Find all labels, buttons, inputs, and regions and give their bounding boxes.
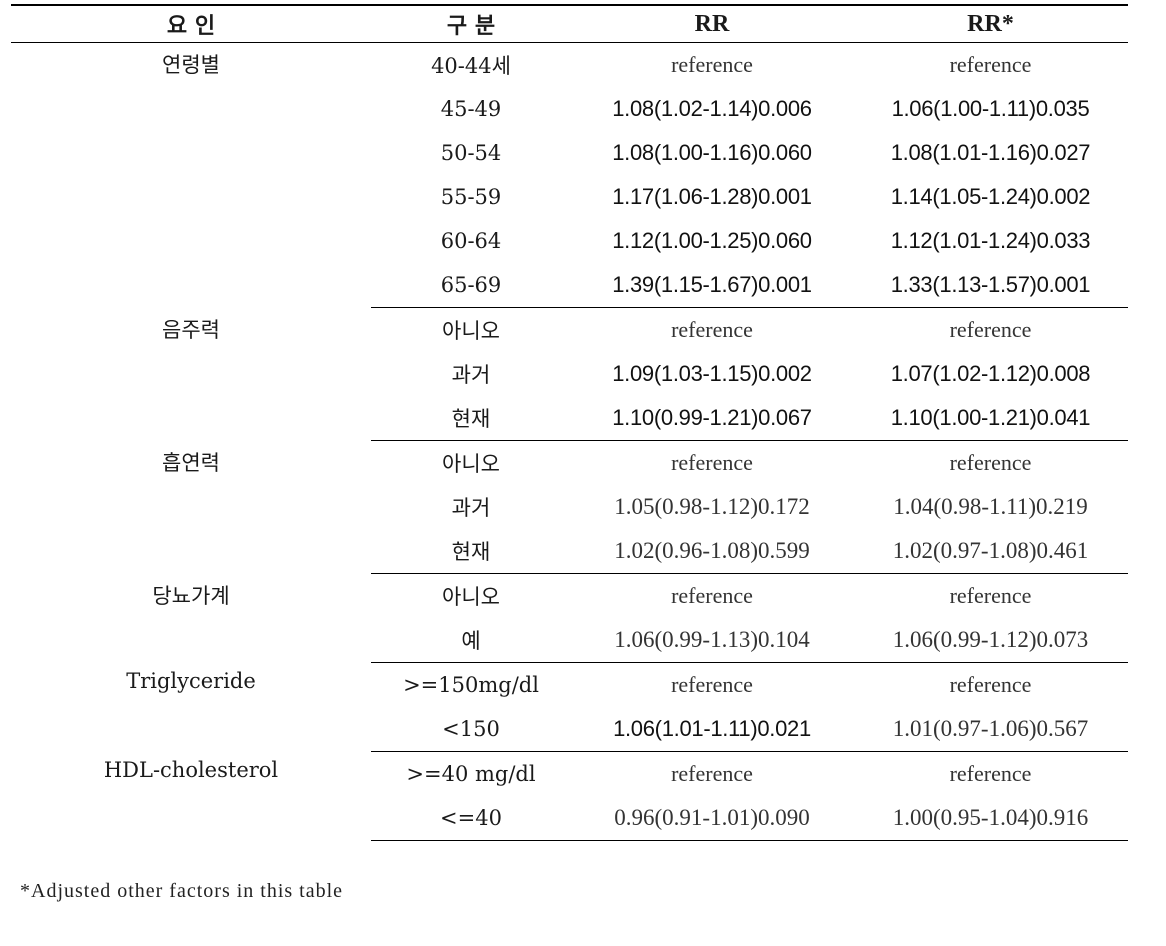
- table-row: 연령별 40-44세 reference reference: [11, 43, 1128, 88]
- category-cell: 55-59: [440, 185, 502, 209]
- rr-adjusted-cell: 1.33(1.13-1.57)0.001: [853, 263, 1128, 308]
- rr-adjusted-cell: reference: [949, 450, 1032, 475]
- rr-cell: reference: [671, 761, 753, 786]
- rr-cell: 1.12(1.00-1.25)0.060: [612, 228, 812, 253]
- rr-cell: 1.10(0.99-1.21)0.067: [571, 396, 853, 441]
- rr-adjusted-cell: 1.01(0.97-1.06)0.567: [853, 707, 1128, 752]
- category-cell: 과거: [451, 496, 491, 520]
- table-row: HDL-cholesterol >=40 mg/dl reference refere…: [11, 752, 1128, 797]
- category-cell: 현재: [371, 529, 571, 574]
- factor-cell: 흡연력: [162, 450, 220, 475]
- factor-cell: 음주력: [162, 317, 220, 342]
- header-category: 구 분: [371, 4, 571, 43]
- rr-cell: 1.08(1.02-1.14)0.006: [612, 96, 812, 121]
- rr-adjusted-cell: 1.02(0.97-1.08)0.461: [853, 529, 1128, 574]
- category-cell: >=40 mg/dl: [406, 762, 536, 786]
- rr-adjusted-cell: 1.07(1.02-1.12)0.008: [890, 361, 1091, 386]
- rr-adjusted-cell: 1.00(0.95-1.04)0.916: [853, 796, 1128, 841]
- rr-cell: 1.06(1.01-1.11)0.021: [571, 707, 853, 752]
- header-rr: RR: [571, 4, 853, 43]
- rr-adjusted-cell: 1.06(0.99-1.12)0.073: [853, 618, 1128, 663]
- category-cell: 45-49: [440, 97, 502, 121]
- category-cell: 과거: [451, 363, 491, 387]
- rr-adjusted-cell: 1.04(0.98-1.11)0.219: [893, 494, 1088, 519]
- table-row: Triglyceride >=150mg/dl reference reference: [11, 663, 1128, 708]
- rr-adjusted-cell: reference: [949, 672, 1032, 697]
- rr-adjusted-cell: 1.14(1.05-1.24)0.002: [890, 184, 1091, 209]
- category-cell: 현재: [371, 396, 571, 441]
- factor-cell: 연령별: [162, 53, 220, 77]
- category-cell: 아니오: [442, 319, 500, 343]
- factor-cell: HDL-cholesterol: [103, 757, 279, 782]
- table-row: 당뇨가계 아니오 reference reference: [11, 574, 1128, 619]
- rr-cell: 1.05(0.98-1.12)0.172: [614, 494, 810, 519]
- rr-cell: reference: [671, 52, 753, 77]
- header-rr-adjusted: RR*: [853, 4, 1128, 43]
- rr-adjusted-cell: 1.12(1.01-1.24)0.033: [890, 228, 1091, 253]
- category-cell: <=40: [371, 796, 571, 841]
- rr-adjusted-cell: reference: [949, 52, 1032, 77]
- table-row: 음주력 아니오 reference reference: [11, 308, 1128, 353]
- category-cell: 50-54: [440, 141, 502, 165]
- rr-cell: 1.09(1.03-1.15)0.002: [612, 361, 812, 386]
- rr-cell: 1.02(0.96-1.08)0.599: [571, 529, 853, 574]
- rr-cell: reference: [671, 672, 753, 697]
- category-cell: 아니오: [442, 452, 500, 476]
- category-cell: 아니오: [442, 585, 500, 609]
- rr-cell: 1.06(0.99-1.13)0.104: [571, 618, 853, 663]
- factor-cell: 당뇨가계: [152, 583, 230, 608]
- rr-adjusted-cell: reference: [949, 317, 1032, 342]
- category-cell: <150: [371, 707, 571, 752]
- rr-adjusted-cell: 1.06(1.00-1.11)0.035: [891, 96, 1090, 121]
- factor-cell: Triglyceride: [126, 668, 256, 693]
- rr-cell: 1.17(1.06-1.28)0.001: [612, 184, 812, 209]
- rr-adjusted-cell: 1.08(1.01-1.16)0.027: [890, 140, 1091, 165]
- table-body: 연령별 40-44세 reference reference 45-49 1.08(1.0…: [11, 43, 1128, 841]
- rr-adjusted-cell: 1.10(1.00-1.21)0.041: [853, 396, 1128, 441]
- rr-cell: reference: [671, 450, 753, 475]
- relative-risk-table: 요 인 구 분 RR RR* 연령별 40-44세 reference referen…: [11, 4, 1128, 841]
- header-row: 요 인 구 분 RR RR*: [11, 4, 1128, 43]
- rr-adjusted-cell: reference: [949, 761, 1032, 786]
- rr-cell: 0.96(0.91-1.01)0.090: [571, 796, 853, 841]
- category-cell: 65-69: [371, 263, 571, 308]
- category-cell: 40-44세: [431, 54, 511, 78]
- category-cell: 예: [371, 618, 571, 663]
- footnote: *Adjusted other factors in this table: [20, 880, 344, 902]
- rr-cell: 1.39(1.15-1.67)0.001: [571, 263, 853, 308]
- category-cell: >=150mg/dl: [403, 673, 539, 697]
- rr-cell: 1.08(1.00-1.16)0.060: [612, 140, 812, 165]
- category-cell: 60-64: [440, 229, 502, 253]
- rr-cell: reference: [671, 317, 753, 342]
- rr-adjusted-cell: reference: [949, 583, 1032, 608]
- rr-cell: reference: [671, 583, 753, 608]
- header-factor: 요 인: [11, 4, 371, 43]
- table-row: 흡연력 아니오 reference reference: [11, 441, 1128, 486]
